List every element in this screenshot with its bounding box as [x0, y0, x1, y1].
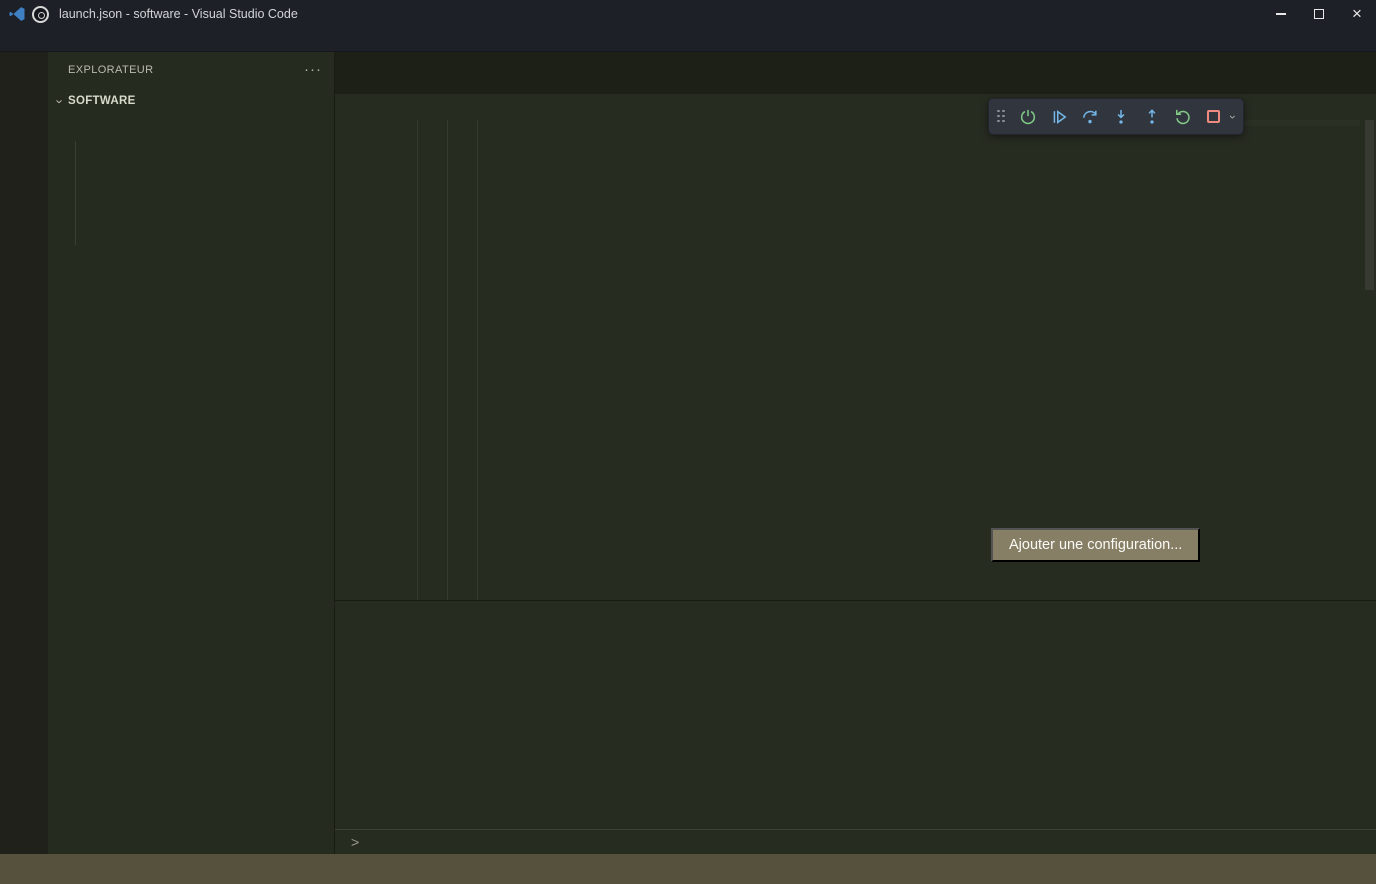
status-bar	[0, 854, 1376, 884]
editor-group: › Ajouter une configuration...	[335, 52, 1376, 600]
maximize-button[interactable]	[1300, 0, 1338, 28]
explorer-title: EXPLORATEUR	[68, 64, 154, 76]
step-over-button[interactable]	[1076, 103, 1103, 130]
session-power-button[interactable]	[1014, 103, 1041, 130]
restart-button[interactable]	[1169, 103, 1196, 130]
minimap[interactable]	[1238, 120, 1360, 126]
panel-tab-row	[335, 601, 1376, 636]
vscode-window: launch.json - software - Visual Studio C…	[0, 0, 1376, 884]
toolbar-more-chevron-icon[interactable]: ›	[1226, 115, 1240, 119]
vscode-logo-icon	[8, 5, 26, 23]
chevron-down-icon: ›	[53, 93, 68, 109]
tab-bar	[335, 52, 1376, 94]
code-editor[interactable]	[335, 120, 1376, 600]
bottom-panel: >	[335, 600, 1376, 854]
title-bar: launch.json - software - Visual Studio C…	[0, 0, 1376, 28]
debug-console-input[interactable]: >	[335, 829, 1376, 854]
workspace-section-header[interactable]: › SOFTWARE	[48, 87, 334, 115]
workspace-name: SOFTWARE	[68, 95, 136, 107]
step-out-button[interactable]	[1138, 103, 1165, 130]
close-button[interactable]: ×	[1338, 0, 1376, 28]
step-into-button[interactable]	[1107, 103, 1134, 130]
explorer-sidebar: EXPLORATEUR ··· › SOFTWARE	[48, 52, 335, 854]
stop-button[interactable]	[1200, 103, 1227, 130]
debug-toolbar: ›	[988, 98, 1244, 135]
continue-button[interactable]	[1045, 103, 1072, 130]
minimize-button[interactable]	[1262, 0, 1300, 28]
menu-bar	[0, 28, 1376, 52]
file-tree	[48, 115, 334, 854]
console-prompt-icon: >	[351, 834, 359, 850]
activity-bar	[0, 52, 48, 854]
toolbar-drag-handle[interactable]	[997, 110, 1006, 124]
add-configuration-button[interactable]: Ajouter une configuration...	[991, 528, 1200, 562]
app-icon	[32, 6, 49, 23]
editor-scrollbar[interactable]	[1363, 120, 1376, 550]
debug-console-output[interactable]	[335, 636, 1376, 829]
tree-indent-guide	[75, 141, 76, 245]
explorer-more-actions[interactable]: ···	[304, 61, 322, 78]
window-title: launch.json - software - Visual Studio C…	[59, 7, 298, 21]
